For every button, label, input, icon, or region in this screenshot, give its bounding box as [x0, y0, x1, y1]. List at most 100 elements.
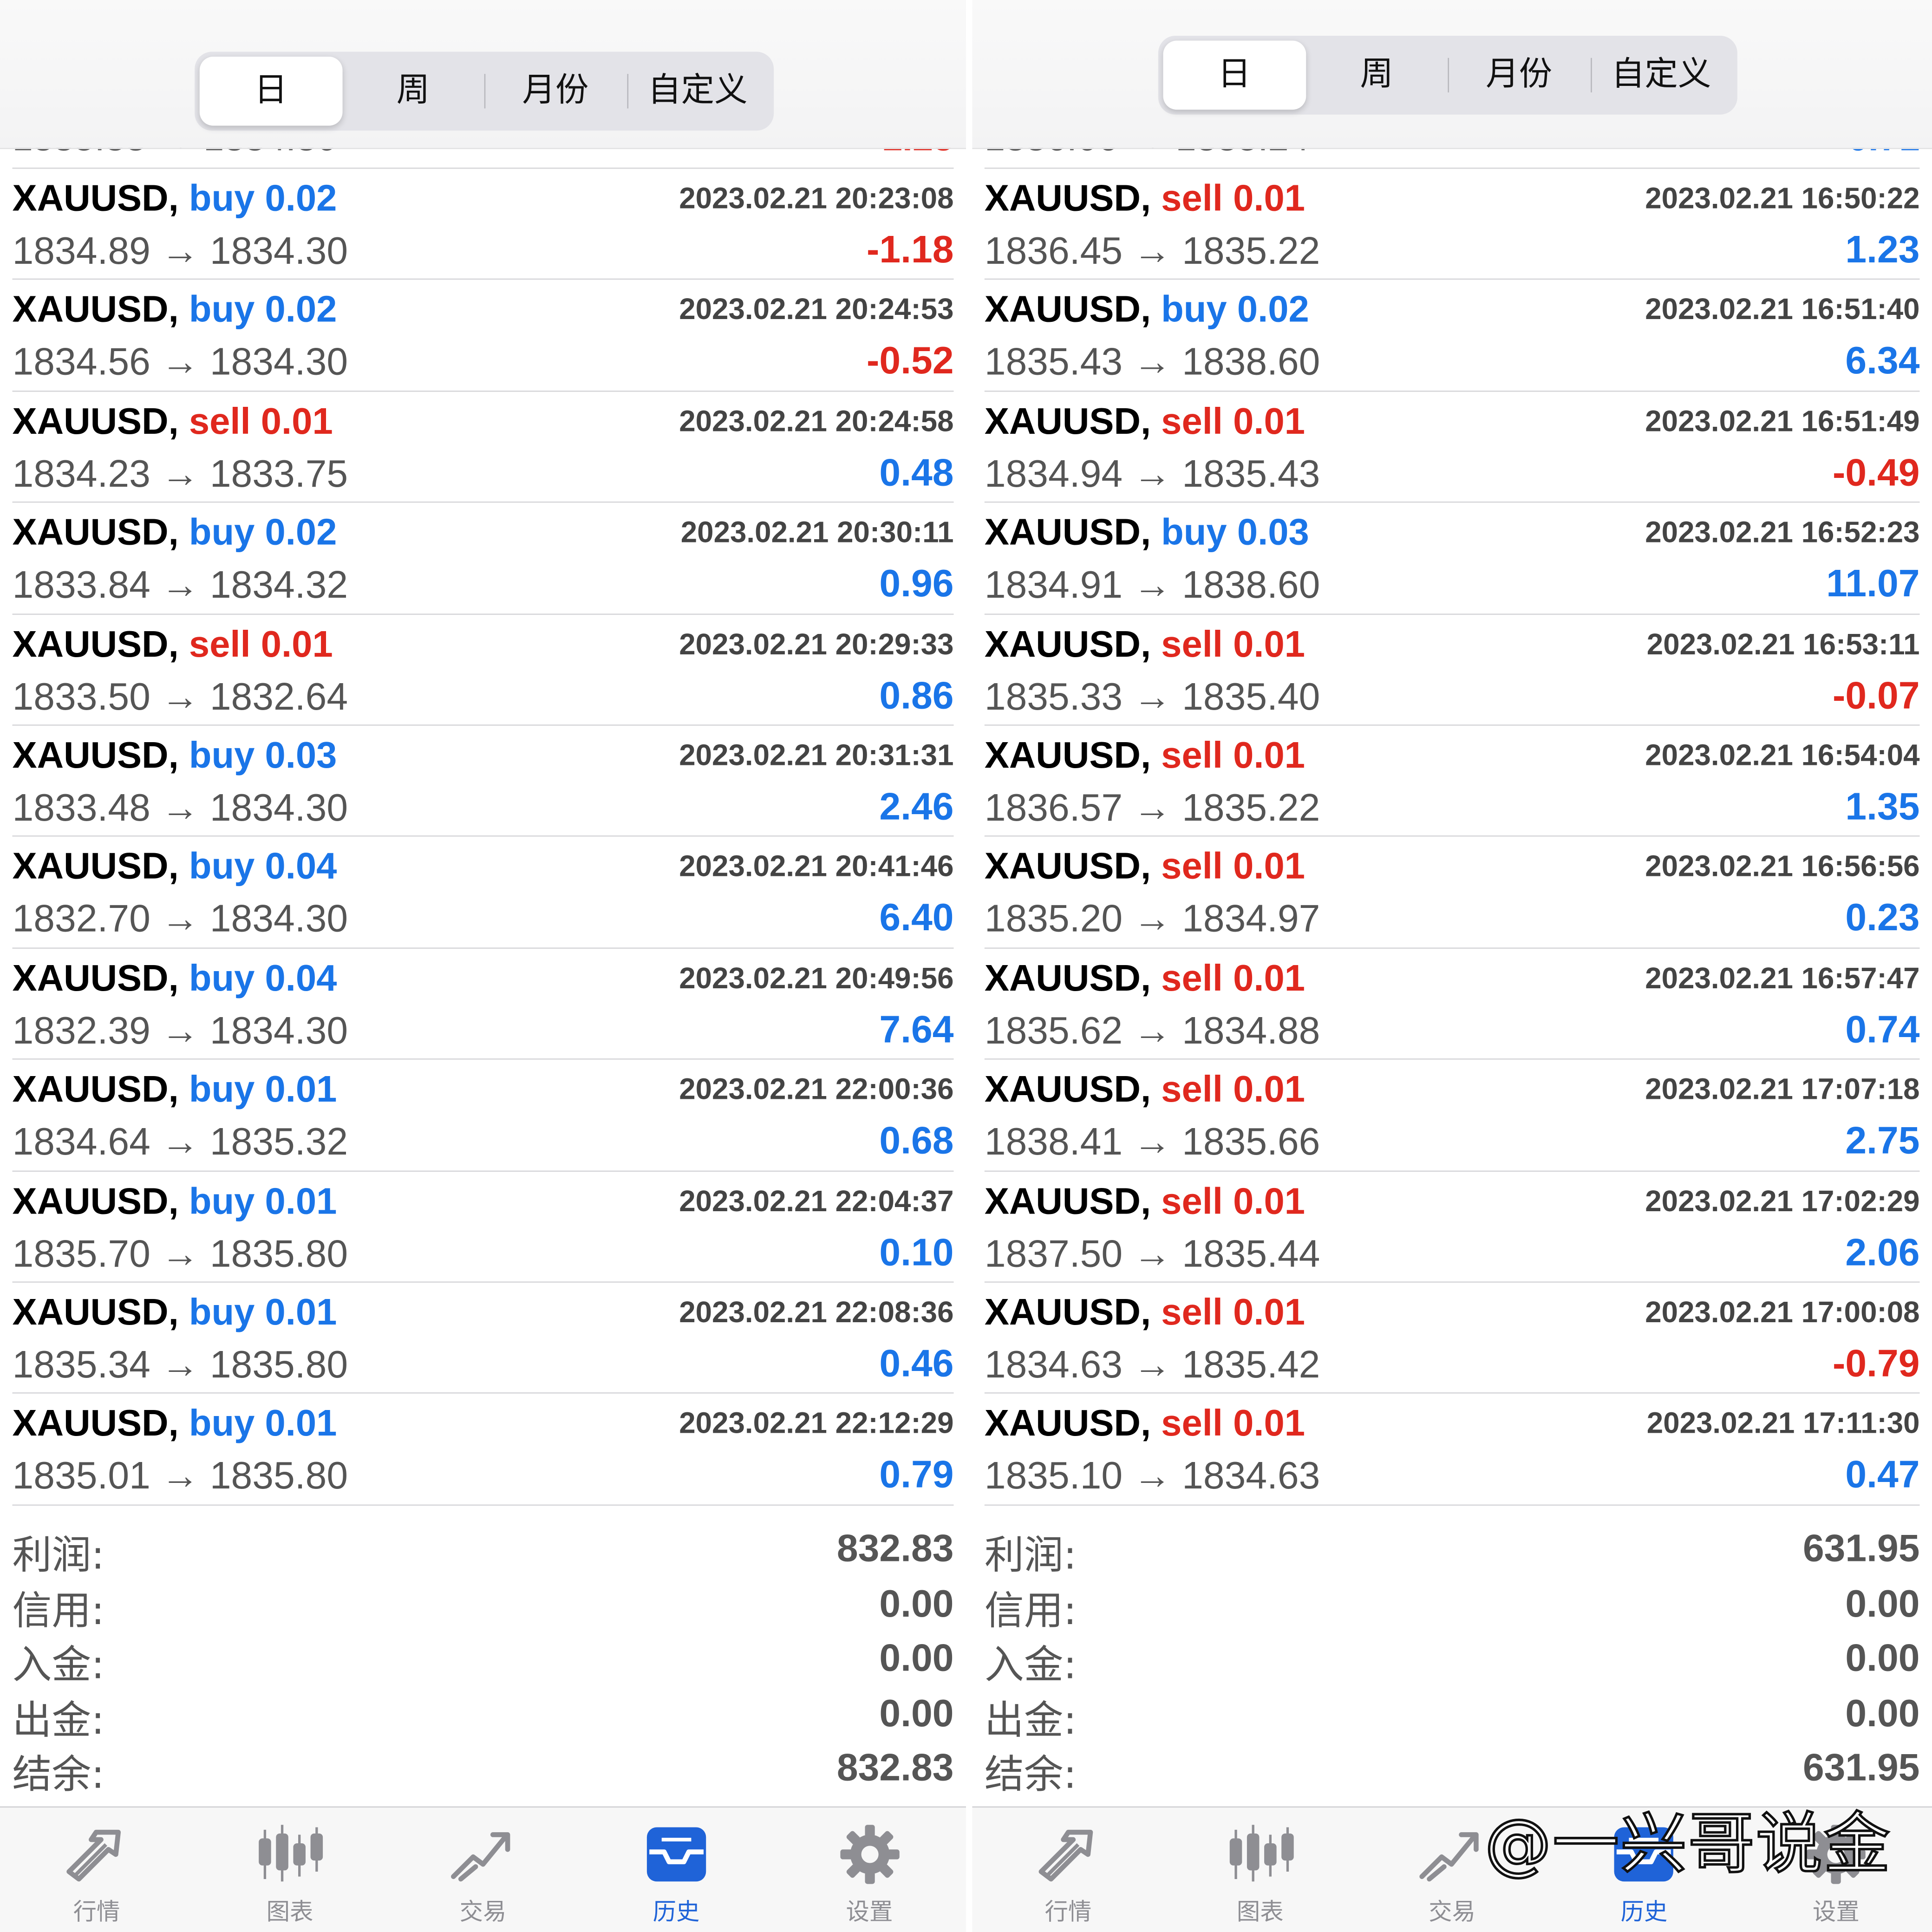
- trade-comma: ,: [168, 624, 189, 665]
- trade-row[interactable]: XAUUSD, sell 0.01 2023.02.21 16:57:47 1835…: [984, 948, 1920, 1060]
- trade-profit: 0.68: [879, 1119, 954, 1162]
- trade-row[interactable]: XAUUSD, sell 0.01 2023.02.21 20:29:33 1833…: [12, 614, 954, 726]
- trade-row[interactable]: XAUUSD, sell 0.01 2023.02.21 16:56:56 1835…: [984, 837, 1920, 949]
- open-price: 1832.70: [12, 897, 150, 941]
- trade-row[interactable]: XAUUSD, buy 0.01 2023.02.21 22:12:29 1835.…: [12, 1394, 953, 1506]
- trade-row[interactable]: XAUUSD, buy 0.03 2023.02.21 16:52:23 1834.…: [984, 503, 1920, 614]
- trade-volume: 0.01: [1233, 958, 1305, 999]
- trade-row[interactable]: XAUUSD, sell 0.01 2023.02.21 17:11:30 1835…: [984, 1394, 1920, 1506]
- trade-volume: 0.01: [265, 1403, 337, 1445]
- tab-trade[interactable]: 交易: [386, 1808, 580, 1932]
- segment-month[interactable]: 月份: [1448, 41, 1590, 110]
- arrow-right-icon: →: [1123, 1454, 1182, 1498]
- trade-row[interactable]: XAUUSD, sell 0.01 2023.02.21 17:00:08 1834…: [984, 1283, 1920, 1394]
- trade-row[interactable]: XAUUSD, buy 0.02 2023.02.21 20:24:53 1834.…: [12, 280, 953, 392]
- segment-custom[interactable]: 自定义: [627, 57, 769, 126]
- trade-prices: 1833.50 → 1832.64: [13, 675, 348, 719]
- segment-week[interactable]: 周: [1305, 41, 1448, 110]
- trade-prices: 1832.70 → 1834.30: [13, 897, 348, 942]
- trade-time: 2023.02.21 20:29:33: [679, 627, 954, 661]
- arrow-right-icon: →: [1123, 340, 1182, 384]
- close-price: 1835.40: [1182, 674, 1320, 718]
- segment-custom[interactable]: 自定义: [1590, 41, 1732, 110]
- trade-symbol: XAUUSD: [984, 401, 1141, 442]
- trade-space: [1223, 179, 1233, 220]
- tab-settings[interactable]: 设置: [773, 1808, 966, 1932]
- trade-row[interactable]: XAUUSD, sell 0.01 2023.02.21 16:54:04 1836…: [984, 726, 1920, 837]
- period-header: 日 周 月份 自定义: [972, 0, 1932, 150]
- summary-row: 利润: 631.95: [985, 1524, 1920, 1579]
- trade-time: 2023.02.21 17:11:30: [1646, 1407, 1920, 1441]
- trade-profit: -0.07: [1833, 673, 1920, 717]
- trade-row[interactable]: XAUUSD, sell 0.01 2023.02.21 20:24:58 1834…: [12, 392, 954, 503]
- trade-row[interactable]: XAUUSD, buy 0.02 2023.02.21 20:30:11 1833.…: [12, 503, 953, 614]
- trade-comma: ,: [1140, 847, 1162, 888]
- trade-space: [1223, 1404, 1233, 1445]
- trade-row[interactable]: XAUUSD, buy 0.01 2023.02.21 22:08:36 1835.…: [12, 1283, 954, 1394]
- arrow-right-icon: →: [150, 340, 210, 384]
- arrow-right-icon: →: [1123, 229, 1182, 273]
- trade-comma: ,: [168, 1403, 189, 1445]
- trade-title: XAUUSD, buy 0.02: [13, 513, 337, 555]
- segment-day[interactable]: 日: [199, 57, 342, 126]
- close-price: 1838.60: [1182, 563, 1320, 607]
- trade-time: 2023.02.21 16:50:22: [1645, 182, 1920, 216]
- history-inbox-icon: [642, 1822, 711, 1886]
- trade-profit: 6.34: [1845, 339, 1920, 383]
- segment-day[interactable]: 日: [1163, 40, 1305, 110]
- summary-value: 0.00: [1845, 1636, 1920, 1680]
- open-price: 1834.94: [984, 452, 1123, 495]
- trade-direction: sell: [1161, 1403, 1223, 1445]
- trade-comma: ,: [1140, 1070, 1162, 1110]
- trade-title: XAUUSD, buy 0.01: [13, 1404, 337, 1446]
- trade-profit: 0.46: [879, 1341, 954, 1385]
- trade-list: XAUUSD, sell 0.01 2023.02.21 16:50:22 1836…: [984, 169, 1920, 1506]
- trade-row[interactable]: XAUUSD, buy 0.03 2023.02.21 20:31:31 1833.…: [12, 726, 953, 837]
- trade-row[interactable]: XAUUSD, sell 0.01 2023.02.21 17:02:29 1837…: [984, 1171, 1920, 1283]
- trade-prices: 1838.41 → 1835.66: [985, 1120, 1320, 1165]
- trade-direction: buy: [189, 735, 255, 777]
- trade-symbol: XAUUSD: [984, 847, 1141, 888]
- trade-time: 2023.02.21 16:51:40: [1645, 294, 1920, 327]
- trade-profit: 0.48: [879, 450, 954, 494]
- tab-label: 交易: [459, 1899, 507, 1926]
- summary-value: 0.00: [879, 1581, 954, 1625]
- segment-week[interactable]: 周: [342, 57, 484, 126]
- tab-charts[interactable]: 图表: [1164, 1808, 1356, 1932]
- trade-row[interactable]: XAUUSD, buy 0.04 2023.02.21 20:41:46 1832.…: [12, 837, 953, 949]
- trade-prices: 1835.70 → 1835.80: [13, 1232, 348, 1276]
- trade-profit: 0.23: [1845, 896, 1920, 940]
- open-price: 1833.48: [12, 786, 150, 829]
- trade-direction: buy: [189, 1181, 255, 1222]
- arrow-right-icon: →: [1123, 786, 1182, 829]
- trade-comma: ,: [1140, 735, 1162, 777]
- trade-comma: ,: [1140, 178, 1162, 220]
- trade-row[interactable]: XAUUSD, buy 0.04 2023.02.21 20:49:56 1832.…: [12, 948, 953, 1060]
- tab-label: 图表: [1236, 1899, 1284, 1926]
- tab-quotes[interactable]: 行情: [972, 1808, 1164, 1932]
- trade-row[interactable]: XAUUSD, buy 0.02 2023.02.21 16:51:40 1835.…: [984, 280, 1920, 392]
- open-price: 1835.43: [984, 340, 1123, 384]
- summary-label: 信用:: [984, 1586, 1077, 1633]
- segment-month[interactable]: 月份: [484, 57, 627, 126]
- trade-row[interactable]: XAUUSD, sell 0.01 2023.02.21 16:51:49 1834…: [984, 392, 1920, 503]
- trade-title: XAUUSD, buy 0.02: [13, 290, 337, 332]
- trade-row[interactable]: XAUUSD, buy 0.01 2023.02.21 22:00:36 1834.…: [12, 1060, 954, 1171]
- trade-space: [1223, 847, 1233, 888]
- arrow-right-icon: →: [1123, 1231, 1182, 1275]
- trade-row[interactable]: XAUUSD, sell 0.01 2023.02.21 16:53:11 1835…: [984, 614, 1920, 726]
- trade-row[interactable]: XAUUSD, sell 0.01 2023.02.21 17:07:18 1838…: [984, 1060, 1920, 1171]
- tab-charts[interactable]: 图表: [193, 1808, 386, 1932]
- trade-profit: -1.18: [866, 228, 954, 271]
- trade-title: XAUUSD, buy 0.03: [13, 736, 337, 777]
- trade-row[interactable]: XAUUSD, buy 0.01 2023.02.21 22:04:37 1835.…: [12, 1171, 954, 1283]
- open-price: 1838.41: [984, 1120, 1123, 1163]
- trade-row[interactable]: XAUUSD, buy 0.02 2023.02.21 20:23:08 1834.…: [12, 169, 954, 281]
- trade-profit: 0.10: [879, 1230, 954, 1274]
- tab-history[interactable]: 历史: [580, 1808, 773, 1932]
- tab-quotes[interactable]: 行情: [0, 1808, 193, 1932]
- trade-title: XAUUSD, buy 0.02: [985, 290, 1309, 332]
- trade-row[interactable]: XAUUSD, sell 0.01 2023.02.21 16:50:22 1836…: [984, 169, 1920, 281]
- trade-direction: buy: [189, 1403, 255, 1445]
- trade-title: XAUUSD, sell 0.01: [985, 624, 1305, 666]
